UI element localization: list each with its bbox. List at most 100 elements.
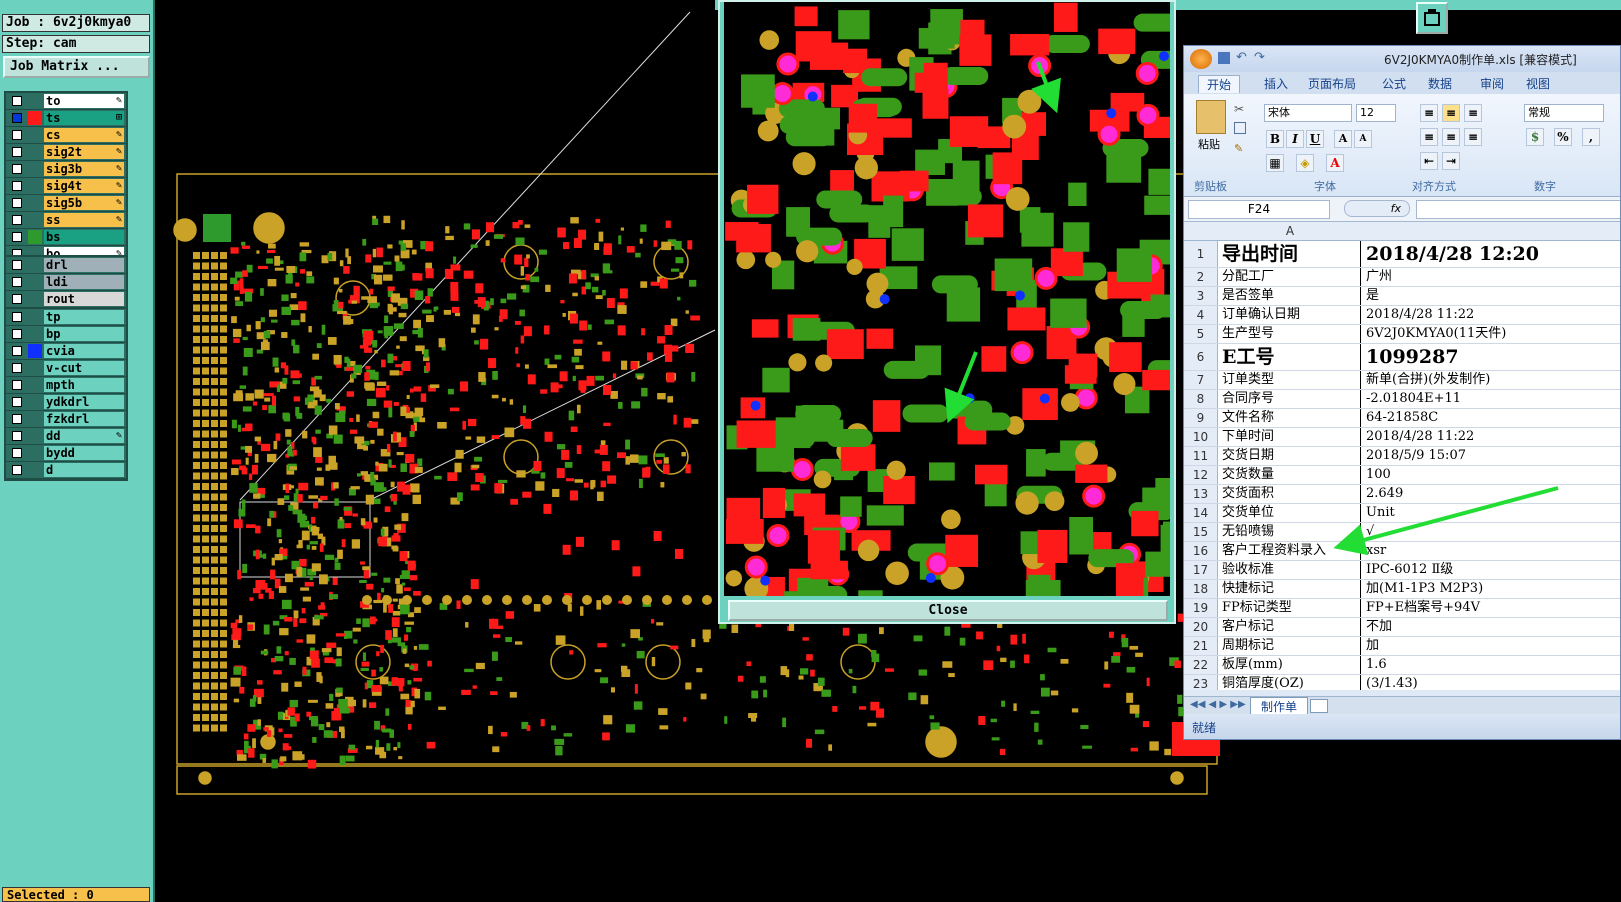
layer-name[interactable]: drl [44, 258, 124, 272]
paste-icon[interactable] [1196, 100, 1226, 134]
row-number[interactable]: 16 [1184, 542, 1218, 560]
cell-field-name[interactable]: 分配工厂 [1219, 268, 1361, 286]
layer-name[interactable]: bp [44, 327, 124, 341]
italic-button[interactable]: I [1286, 130, 1304, 148]
layer-row-ldi[interactable]: ldi [6, 274, 126, 291]
cell-field-name[interactable]: 无铅喷锡 [1219, 523, 1361, 541]
layer-row-drl[interactable]: drl [6, 257, 126, 274]
layer-checkbox[interactable] [12, 329, 22, 339]
layer-name[interactable]: ldi [44, 275, 124, 289]
align-right-icon[interactable]: ≡ [1464, 128, 1482, 146]
align-top-icon[interactable]: ≡ [1420, 104, 1438, 122]
cell-field-value[interactable]: (3/1.43) [1362, 675, 1620, 690]
font-color-icon[interactable]: A [1326, 154, 1344, 172]
row-number[interactable]: 12 [1184, 466, 1218, 484]
layer-name[interactable]: sig4t ✎ [44, 179, 124, 193]
layer-name[interactable]: sig3b ✎ [44, 162, 124, 176]
layer-row-sig4t[interactable]: sig4t ✎ [6, 178, 126, 195]
cell-field-name[interactable]: 合同序号 [1219, 390, 1361, 408]
cell-field-value[interactable]: 2018/4/28 11:22 [1362, 306, 1620, 324]
shrink-font-icon[interactable]: A [1354, 130, 1372, 148]
layer-checkbox[interactable] [12, 431, 22, 441]
cell-field-value[interactable]: 广州 [1362, 268, 1620, 286]
layer-checkbox[interactable] [12, 260, 22, 270]
close-button[interactable]: Close [728, 600, 1168, 621]
layer-row-bp[interactable]: bp [6, 326, 126, 343]
comma-icon[interactable]: , [1582, 128, 1600, 146]
cell-field-value[interactable]: Unit [1362, 504, 1620, 522]
cell-field-value[interactable]: -2.01804E+11 [1362, 390, 1620, 408]
row-number[interactable]: 3 [1184, 287, 1218, 305]
cell-field-name[interactable]: 板厚(mm) [1219, 656, 1361, 674]
cell-field-value[interactable]: 2018/4/28 11:22 [1362, 428, 1620, 446]
ribbon-tab[interactable]: 视图 [1526, 75, 1550, 92]
ribbon-tab[interactable]: 开始 [1198, 75, 1241, 93]
cell-field-name[interactable]: 导出时间 [1219, 241, 1361, 267]
formula-input[interactable] [1416, 200, 1620, 219]
cell-field-value[interactable]: 1099287 [1362, 344, 1620, 370]
cell-field-name[interactable]: 订单类型 [1219, 371, 1361, 389]
layer-name[interactable]: tp [44, 310, 124, 324]
cell-field-name[interactable]: 客户标记 [1219, 618, 1361, 636]
cut-icon[interactable]: ✂ [1234, 102, 1244, 116]
layer-row-bs[interactable]: bs [6, 229, 126, 246]
layer-checkbox[interactable] [12, 294, 22, 304]
cell-field-value[interactable]: 是 [1362, 287, 1620, 305]
fx-icon[interactable]: fx [1344, 200, 1410, 217]
layer-checkbox[interactable] [12, 181, 22, 191]
align-bottom-icon[interactable]: ≡ [1464, 104, 1482, 122]
job-matrix-button[interactable]: Job Matrix ... [3, 56, 150, 78]
cell-field-value[interactable]: 2018/5/9 15:07 [1362, 447, 1620, 465]
grow-font-icon[interactable]: A [1334, 130, 1352, 148]
row-number[interactable]: 7 [1184, 371, 1218, 389]
underline-button[interactable]: U [1306, 130, 1324, 148]
format-painter-icon[interactable]: ✎ [1234, 142, 1243, 155]
cell-field-value[interactable]: 加(M1-1P3 M2P3) [1362, 580, 1620, 598]
cell-field-name[interactable]: 是否签单 [1219, 287, 1361, 305]
row-number[interactable]: 19 [1184, 599, 1218, 617]
layer-name[interactable]: ts ⊞ [44, 111, 124, 125]
window-restore-icon[interactable] [1416, 2, 1448, 34]
cell-field-value[interactable]: 64-21858C [1362, 409, 1620, 427]
cell-field-value[interactable]: 新单(合拼)(外发制作) [1362, 371, 1620, 389]
cell-field-name[interactable]: 交货单位 [1219, 504, 1361, 522]
row-number[interactable]: 11 [1184, 447, 1218, 465]
redo-icon[interactable]: ↷ [1254, 50, 1265, 65]
cell-field-value[interactable]: xsr [1362, 542, 1620, 560]
ribbon-tab[interactable]: 页面布局 [1308, 75, 1356, 92]
layer-checkbox[interactable] [12, 215, 22, 225]
row-number[interactable]: 21 [1184, 637, 1218, 655]
layer-checkbox[interactable] [12, 130, 22, 140]
percent-icon[interactable]: % [1554, 128, 1572, 146]
sheet-nav-icon[interactable]: ◀◀ ◀ ▶ ▶▶ [1190, 699, 1246, 710]
number-format-select[interactable]: 常规 [1524, 104, 1604, 122]
layer-checkbox[interactable] [12, 312, 22, 322]
row-number[interactable]: 18 [1184, 580, 1218, 598]
layer-checkbox[interactable] [12, 96, 22, 106]
cell-field-name[interactable]: 交货面积 [1219, 485, 1361, 503]
undo-icon[interactable]: ↶ [1236, 50, 1247, 65]
cell-field-value[interactable]: 100 [1362, 466, 1620, 484]
layer-row-tp[interactable]: tp [6, 309, 126, 326]
row-number[interactable]: 1 [1184, 241, 1218, 267]
row-number[interactable]: 20 [1184, 618, 1218, 636]
cell-field-name[interactable]: E工号 [1219, 344, 1361, 370]
layer-checkbox[interactable] [12, 380, 22, 390]
layer-checkbox[interactable] [12, 448, 22, 458]
ribbon-tab[interactable]: 插入 [1264, 75, 1288, 92]
cell-field-name[interactable]: 客户工程资料录入 [1219, 542, 1361, 560]
layer-row-ss[interactable]: ss ✎ [6, 212, 126, 229]
layer-checkbox[interactable] [12, 414, 22, 424]
cell-field-name[interactable]: 验收标准 [1219, 561, 1361, 579]
layer-row-to[interactable]: to ✎ [6, 93, 126, 110]
row-number[interactable]: 4 [1184, 306, 1218, 324]
layer-name[interactable]: rout [44, 292, 124, 306]
row-number[interactable]: 22 [1184, 656, 1218, 674]
row-number[interactable]: 17 [1184, 561, 1218, 579]
layer-row-sig3b[interactable]: sig3b ✎ [6, 161, 126, 178]
cell-field-value[interactable]: IPC-6012 Ⅱ级 [1362, 561, 1620, 579]
row-number[interactable]: 6 [1184, 344, 1218, 370]
cell-field-value[interactable]: √ [1362, 523, 1620, 541]
layer-checkbox[interactable] [12, 346, 22, 356]
cell-field-value[interactable]: 2018/4/28 12:20 [1362, 241, 1620, 267]
